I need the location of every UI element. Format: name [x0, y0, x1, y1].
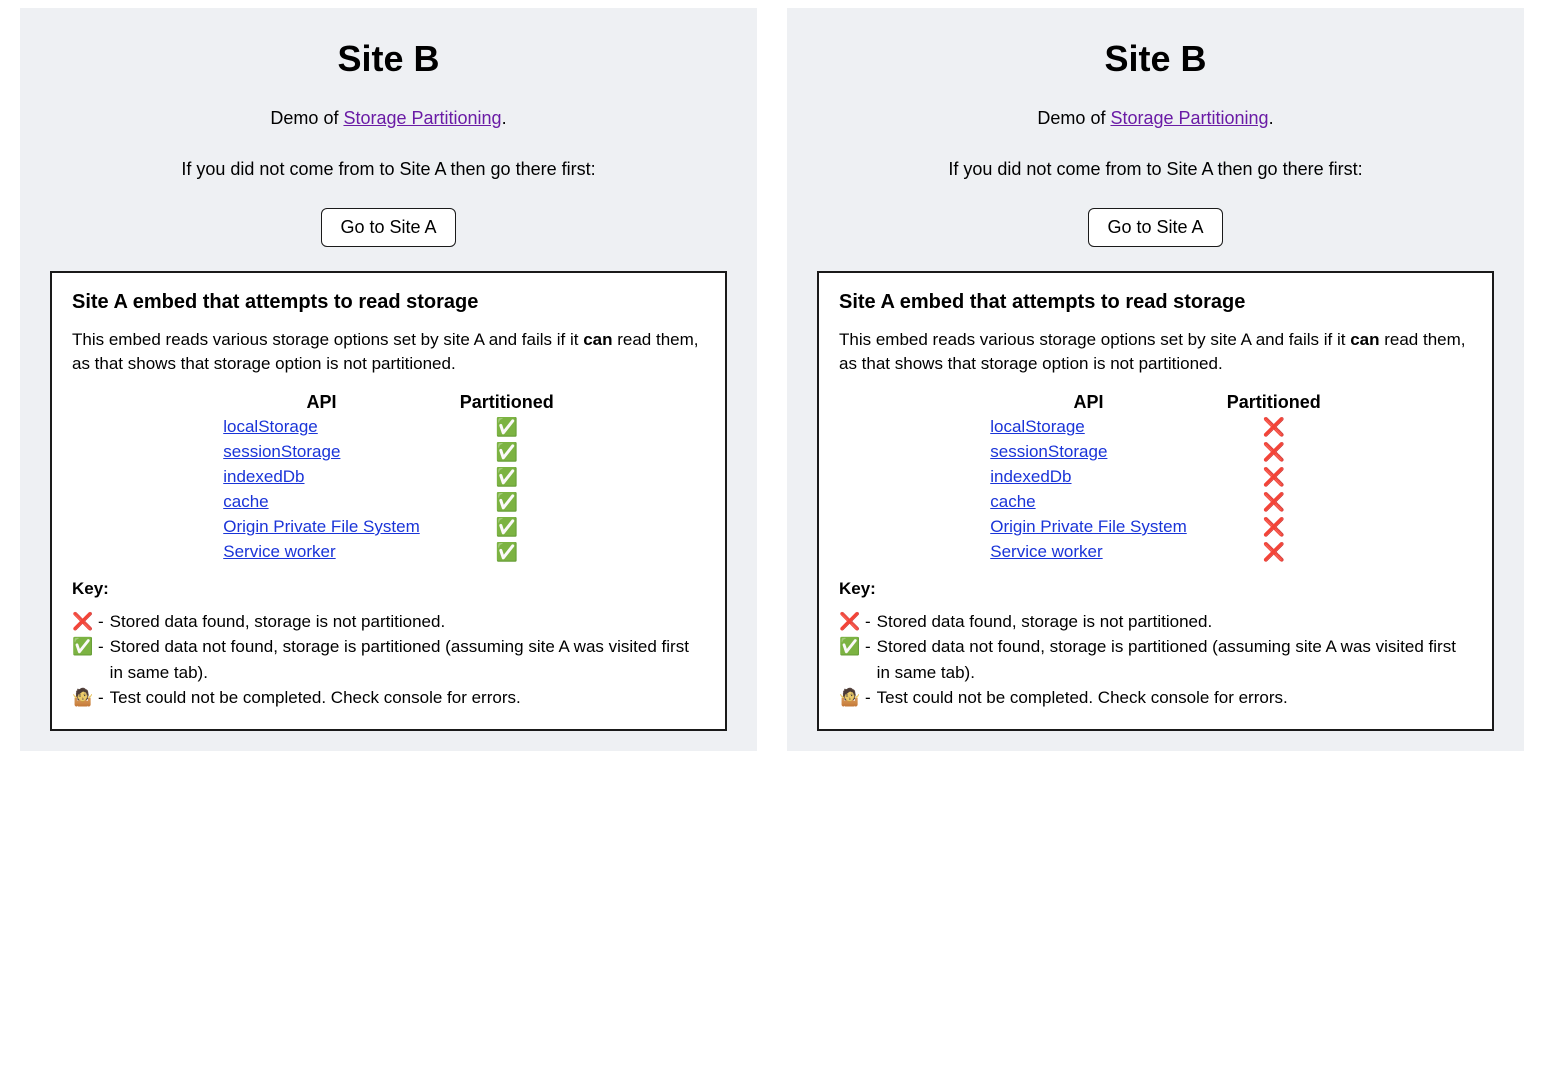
embed-description: This embed reads various storage options…	[72, 328, 705, 376]
key-item: ❌ - Stored data found, storage is not pa…	[839, 609, 1472, 635]
key-item: 🤷 - Test could not be completed. Check c…	[72, 685, 705, 711]
api-link-serviceworker[interactable]: Service worker	[223, 542, 335, 561]
key-list: ❌ - Stored data found, storage is not pa…	[839, 609, 1472, 711]
cross-icon: ❌	[1263, 467, 1285, 487]
key-item: ✅ - Stored data not found, storage is pa…	[839, 634, 1472, 685]
shrug-icon: 🤷	[839, 685, 865, 711]
embed-title: Site A embed that attempts to read stora…	[72, 291, 705, 314]
api-header: API	[203, 390, 440, 415]
key-item: 🤷 - Test could not be completed. Check c…	[839, 685, 1472, 711]
go-to-site-a-button[interactable]: Go to Site A	[1088, 208, 1222, 247]
table-row: Origin Private File System ✅	[203, 515, 574, 540]
api-link-cache[interactable]: cache	[990, 492, 1035, 511]
cross-icon: ❌	[1263, 517, 1285, 537]
cross-icon: ❌	[1263, 417, 1285, 437]
table-row: localStorage ❌	[970, 415, 1341, 440]
embed-box: Site A embed that attempts to read stora…	[50, 271, 727, 731]
table-row: cache ❌	[970, 490, 1341, 515]
api-link-indexeddb[interactable]: indexedDb	[990, 467, 1071, 486]
storage-partitioning-link[interactable]: Storage Partitioning	[1110, 108, 1268, 128]
cross-icon: ❌	[1263, 492, 1285, 512]
demo-text: Demo of Storage Partitioning.	[1037, 108, 1273, 129]
storage-partitioning-link[interactable]: Storage Partitioning	[343, 108, 501, 128]
shrug-icon: 🤷	[72, 685, 98, 711]
api-link-localstorage[interactable]: localStorage	[223, 417, 318, 436]
table-row: cache ✅	[203, 490, 574, 515]
api-table: API Partitioned localStorage ✅ sessionSto…	[203, 390, 574, 565]
table-row: sessionStorage ✅	[203, 440, 574, 465]
api-link-sessionstorage[interactable]: sessionStorage	[990, 442, 1107, 461]
key-item: ✅ - Stored data not found, storage is pa…	[72, 634, 705, 685]
api-link-localstorage[interactable]: localStorage	[990, 417, 1085, 436]
key-title: Key:	[839, 579, 1472, 599]
check-icon: ✅	[496, 542, 518, 562]
demo-prefix: Demo of	[270, 108, 343, 128]
check-icon: ✅	[496, 517, 518, 537]
cross-icon: ❌	[72, 609, 98, 635]
instruction-text: If you did not come from to Site A then …	[181, 159, 595, 180]
panel-right: Site B Demo of Storage Partitioning. If …	[787, 8, 1524, 751]
embed-description: This embed reads various storage options…	[839, 328, 1472, 376]
check-icon: ✅	[496, 492, 518, 512]
check-icon: ✅	[72, 634, 98, 660]
embed-box: Site A embed that attempts to read stora…	[817, 271, 1494, 731]
table-row: Origin Private File System ❌	[970, 515, 1341, 540]
embed-title: Site A embed that attempts to read stora…	[839, 291, 1472, 314]
table-row: indexedDb ❌	[970, 465, 1341, 490]
demo-prefix: Demo of	[1037, 108, 1110, 128]
table-row: sessionStorage ❌	[970, 440, 1341, 465]
key-title: Key:	[72, 579, 705, 599]
table-row: localStorage ✅	[203, 415, 574, 440]
site-title: Site B	[337, 38, 439, 80]
cross-icon: ❌	[1263, 442, 1285, 462]
api-link-opfs[interactable]: Origin Private File System	[223, 517, 420, 536]
partitioned-header: Partitioned	[440, 390, 574, 415]
key-list: ❌ - Stored data found, storage is not pa…	[72, 609, 705, 711]
go-to-site-a-button[interactable]: Go to Site A	[321, 208, 455, 247]
demo-suffix: .	[1269, 108, 1274, 128]
api-link-indexeddb[interactable]: indexedDb	[223, 467, 304, 486]
demo-suffix: .	[502, 108, 507, 128]
check-icon: ✅	[496, 442, 518, 462]
instruction-text: If you did not come from to Site A then …	[948, 159, 1362, 180]
partitioned-header: Partitioned	[1207, 390, 1341, 415]
demo-text: Demo of Storage Partitioning.	[270, 108, 506, 129]
api-link-opfs[interactable]: Origin Private File System	[990, 517, 1187, 536]
check-icon: ✅	[839, 634, 865, 660]
table-row: indexedDb ✅	[203, 465, 574, 490]
cross-icon: ❌	[1263, 542, 1285, 562]
api-link-cache[interactable]: cache	[223, 492, 268, 511]
table-row: Service worker ✅	[203, 540, 574, 565]
api-link-serviceworker[interactable]: Service worker	[990, 542, 1102, 561]
api-header: API	[970, 390, 1207, 415]
api-table: API Partitioned localStorage ❌ sessionSto…	[970, 390, 1341, 565]
key-item: ❌ - Stored data found, storage is not pa…	[72, 609, 705, 635]
panel-left: Site B Demo of Storage Partitioning. If …	[20, 8, 757, 751]
api-link-sessionstorage[interactable]: sessionStorage	[223, 442, 340, 461]
check-icon: ✅	[496, 417, 518, 437]
cross-icon: ❌	[839, 609, 865, 635]
site-title: Site B	[1104, 38, 1206, 80]
table-row: Service worker ❌	[970, 540, 1341, 565]
check-icon: ✅	[496, 467, 518, 487]
